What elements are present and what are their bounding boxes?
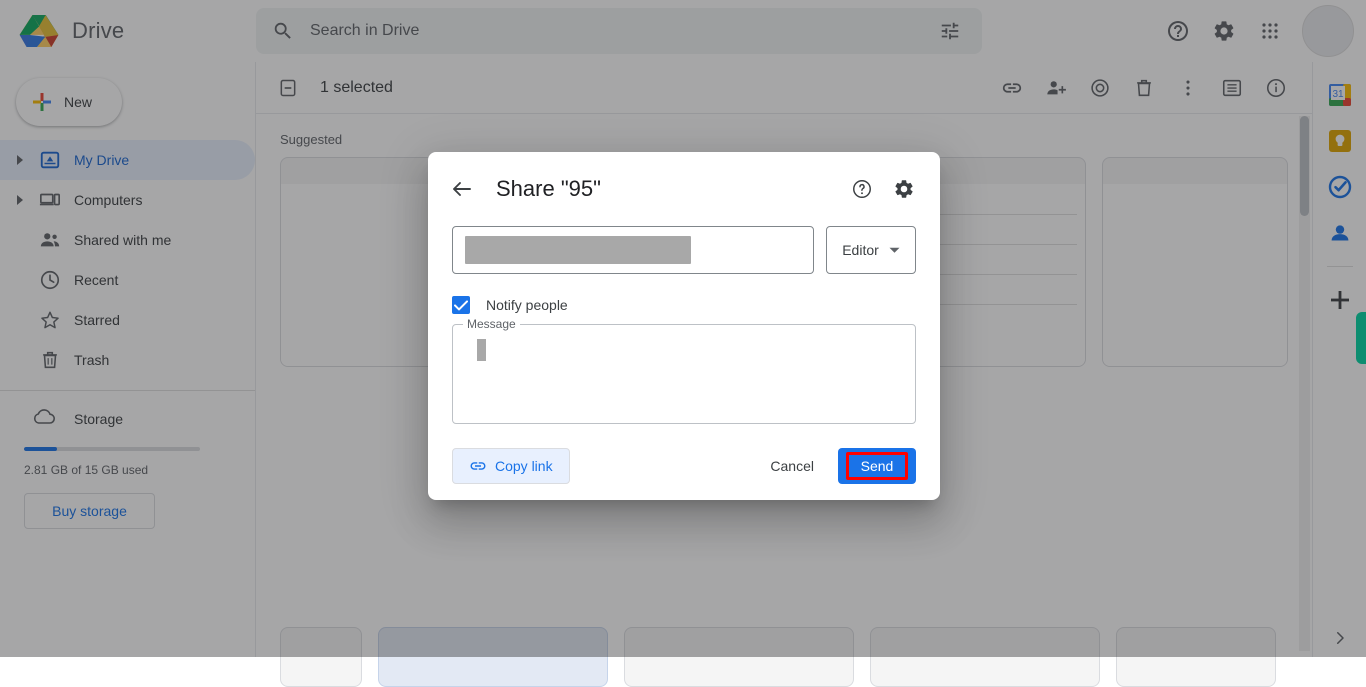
copy-link-button[interactable]: Copy link bbox=[452, 448, 570, 484]
notify-people-row[interactable]: Notify people bbox=[428, 274, 940, 314]
back-arrow-icon[interactable] bbox=[442, 169, 482, 209]
share-dialog-footer: Copy link Cancel Send bbox=[428, 424, 940, 484]
role-dropdown[interactable]: Editor bbox=[826, 226, 916, 274]
redacted-email-value bbox=[465, 236, 691, 264]
share-dialog-header: Share "95" bbox=[428, 152, 940, 226]
link-icon bbox=[470, 462, 486, 470]
checkmark-icon bbox=[454, 299, 468, 310]
recipient-email-input[interactable] bbox=[452, 226, 814, 274]
share-dialog-header-actions bbox=[842, 169, 924, 209]
role-selected-label: Editor bbox=[842, 242, 879, 258]
notify-people-checkbox[interactable] bbox=[452, 296, 470, 314]
message-text-caret bbox=[477, 339, 486, 361]
redacted-email-underline bbox=[476, 262, 667, 264]
copy-link-label: Copy link bbox=[495, 458, 553, 474]
share-dialog-title: Share "95" bbox=[496, 176, 601, 201]
cancel-button[interactable]: Cancel bbox=[756, 448, 828, 484]
notify-people-label: Notify people bbox=[486, 297, 568, 313]
message-field-legend: Message bbox=[463, 317, 520, 331]
send-button[interactable]: Send bbox=[838, 448, 916, 484]
share-recipient-row: Editor bbox=[428, 226, 940, 274]
footer-actions: Cancel Send bbox=[756, 448, 916, 484]
share-dialog: Share "95" Editor Notify people Message … bbox=[428, 152, 940, 500]
message-textarea[interactable]: Message bbox=[452, 317, 916, 424]
chevron-down-icon bbox=[889, 247, 900, 253]
settings-gear-icon[interactable] bbox=[884, 169, 924, 209]
google-drive-app: Drive Search in Drive New My Drive Compu… bbox=[0, 0, 1366, 687]
help-icon[interactable] bbox=[842, 169, 882, 209]
send-button-label: Send bbox=[860, 458, 894, 474]
